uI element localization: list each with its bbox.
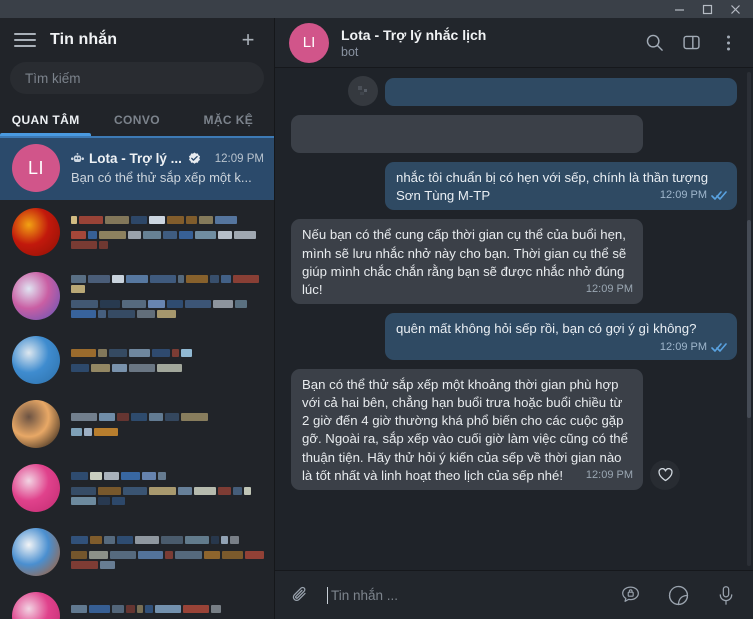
search-container: Tìm kiếm [0, 62, 274, 104]
message-bubble-incoming[interactable]: Nếu bạn có thể cung cấp thời gian cụ thể… [291, 219, 643, 305]
message-row: quên mất không hỏi sếp rồi, bạn có gợi ý… [291, 313, 737, 360]
search-icon[interactable] [639, 28, 669, 58]
search-placeholder: Tìm kiếm [25, 70, 81, 86]
bot-icon [71, 153, 84, 164]
read-receipt-icon [711, 342, 727, 353]
telegram-window: Tin nhắn + Tìm kiếm QUAN TÂM CONVO MẶC K… [0, 0, 753, 619]
chat-list-item-censored[interactable] [0, 328, 274, 392]
avatar: LI [289, 22, 329, 63]
message-input-placeholder: Tin nhắn ... [331, 587, 399, 603]
chat-list-item-censored-text [71, 604, 264, 619]
censored-message-bubble[interactable] [291, 115, 643, 153]
chat-list-item-censored[interactable] [0, 392, 274, 456]
message-row [291, 115, 737, 153]
read-receipt-icon [711, 190, 727, 201]
chat-list-item-snippet: Bạn có thể thử sắp xếp một k... [71, 170, 252, 185]
more-menu-icon[interactable] [713, 28, 743, 58]
message-list[interactable]: nhắc tôi chuẩn bị có hẹn với sếp, chính … [275, 68, 753, 570]
avatar: LI [12, 144, 60, 192]
text-caret [327, 586, 328, 604]
chat-list[interactable]: LI Lota - Trợ lý ... 12:09 PM Bạn có thể… [0, 136, 274, 619]
message-time: 12:09 PM [659, 340, 707, 353]
chat-list-item-lota[interactable]: LI Lota - Trợ lý ... 12:09 PM Bạn có thể… [0, 136, 274, 200]
message-text: Nếu bạn có thể cung cấp thời gian cụ thể… [302, 227, 627, 298]
censored-message-bubble[interactable] [385, 78, 737, 106]
chat-list-item-censored-text [71, 471, 264, 505]
chat-list-item-censored[interactable] [0, 584, 274, 619]
chat-list-item-censored[interactable] [0, 264, 274, 328]
split-view-icon[interactable] [676, 28, 706, 58]
paperclip-icon[interactable] [287, 585, 313, 605]
message-time: 12:09 PM [659, 189, 707, 202]
secret-chat-icon[interactable] [615, 580, 645, 610]
message-time: 12:09 PM [585, 283, 633, 296]
message-bubble-incoming[interactable]: Bạn có thể thử sắp xếp một khoảng thời g… [291, 368, 643, 491]
avatar [12, 336, 60, 384]
chat-list-item-censored-text [71, 412, 264, 436]
verified-badge-icon [188, 152, 201, 165]
sticker-icon[interactable] [663, 580, 693, 610]
message-composer: Tin nhắn ... [275, 570, 753, 619]
avatar [12, 464, 60, 512]
microphone-icon[interactable] [711, 580, 741, 610]
message-bubble-outgoing[interactable]: quên mất không hỏi sếp rồi, bạn có gợi ý… [385, 313, 737, 360]
chat-list-item-censored[interactable] [0, 200, 274, 264]
message-row: nhắc tôi chuẩn bị có hẹn với sếp, chính … [291, 162, 737, 211]
close-button[interactable] [721, 0, 749, 18]
tab-quan-tam[interactable]: QUAN TÂM [0, 104, 92, 136]
censored-avatar [348, 76, 378, 106]
conversation-subtitle: bot [341, 44, 359, 59]
message-text: quên mất không hỏi sếp rồi, bạn có gợi ý… [396, 321, 697, 337]
heart-icon[interactable] [650, 460, 680, 491]
minimize-button[interactable] [665, 0, 693, 18]
chat-list-item-censored-text [71, 215, 264, 249]
chat-list-item-time: 12:09 PM [214, 152, 264, 165]
chat-list-item-name: Lota - Trợ lý ... [89, 151, 182, 166]
avatar [12, 528, 60, 576]
search-input[interactable]: Tìm kiếm [10, 62, 264, 94]
sidebar-header: Tin nhắn + [0, 18, 274, 62]
chat-list-sidebar: Tin nhắn + Tìm kiếm QUAN TÂM CONVO MẶC K… [0, 18, 275, 619]
sidebar-title: Tin nhắn [50, 31, 118, 48]
page-title: Lota - Trợ lý nhắc lịch [341, 26, 487, 43]
hamburger-icon[interactable] [14, 29, 36, 51]
message-input[interactable]: Tin nhắn ... [327, 586, 605, 604]
tab-convo[interactable]: CONVO [91, 104, 182, 136]
chat-list-item-censored-text [71, 535, 264, 569]
message-row [291, 76, 737, 106]
message-row: Nếu bạn có thể cung cấp thời gian cụ thể… [291, 219, 737, 305]
maximize-button[interactable] [693, 0, 721, 18]
message-bubble-outgoing[interactable]: nhắc tôi chuẩn bị có hẹn với sếp, chính … [385, 162, 737, 211]
message-time: 12:09 PM [585, 468, 633, 481]
message-scrollbar[interactable] [747, 72, 751, 566]
avatar [12, 208, 60, 256]
conversation-header: LI Lota - Trợ lý nhắc lịch bot [275, 18, 753, 68]
tab-mac-ke[interactable]: MẶC KỆ [183, 104, 274, 136]
chat-list-item-censored[interactable] [0, 520, 274, 584]
chat-list-item-censored-text [71, 274, 264, 318]
window-titlebar [0, 0, 753, 18]
plus-icon[interactable]: + [236, 28, 260, 52]
avatar [12, 400, 60, 448]
message-text: Bạn có thể thử sắp xếp một khoảng thời g… [302, 376, 628, 483]
avatar [12, 272, 60, 320]
chat-list-item-censored[interactable] [0, 456, 274, 520]
chat-filter-tabs: QUAN TÂM CONVO MẶC KỆ [0, 104, 274, 136]
conversation-panel: LI Lota - Trợ lý nhắc lịch bot nhắc tôi … [275, 18, 753, 619]
avatar [12, 592, 60, 619]
message-row: Bạn có thể thử sắp xếp một khoảng thời g… [291, 368, 737, 491]
chat-list-item-censored-text [71, 348, 264, 372]
